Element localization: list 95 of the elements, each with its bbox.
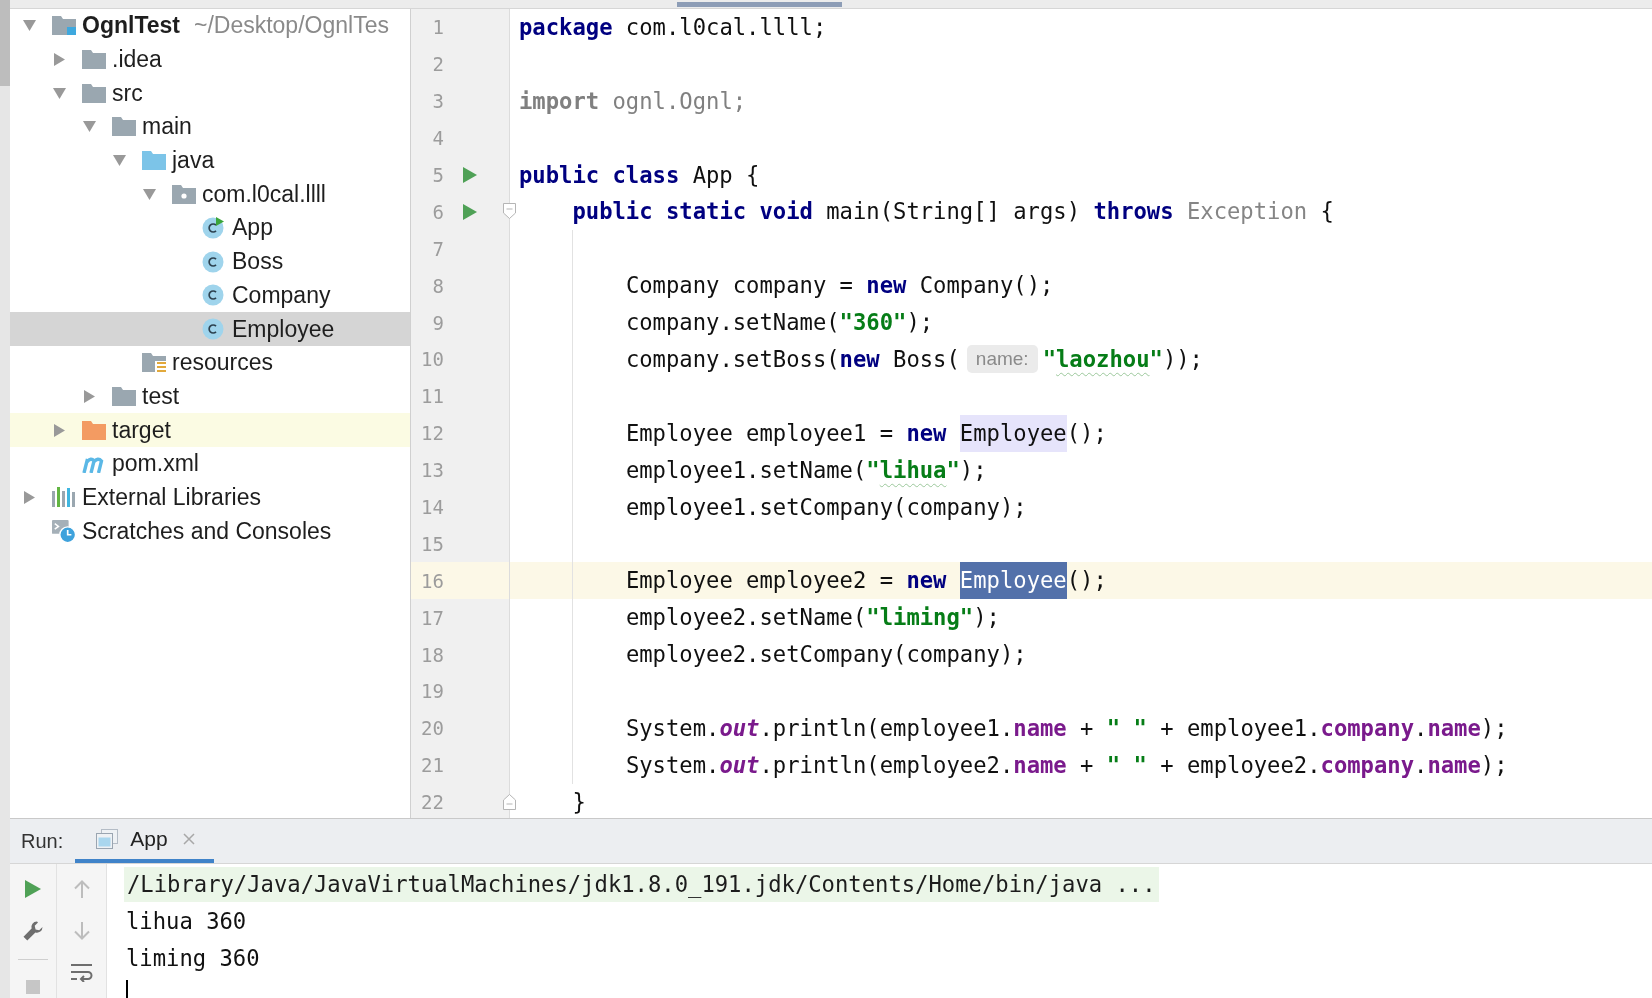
expand-arrow-icon[interactable]	[113, 154, 126, 168]
code-text: }	[572, 787, 586, 817]
code-text: employee1.setCompany(company);	[625, 492, 1027, 522]
package-folder-icon	[172, 184, 196, 204]
line-number: 22	[420, 791, 444, 814]
code-text: Employee employee1 = new Employee();	[625, 414, 1107, 452]
code-text: company.setName("360");	[625, 308, 934, 338]
tree-item[interactable]: Employee	[10, 312, 410, 346]
tree-item[interactable]: pom.xml	[10, 446, 410, 481]
run-icon[interactable]	[463, 167, 477, 183]
module-folder-icon	[52, 16, 76, 36]
expand-arrow-icon[interactable]	[53, 86, 66, 100]
close-icon[interactable]	[182, 833, 195, 845]
line-number: 6	[431, 200, 444, 223]
fold-icon[interactable]	[503, 793, 516, 810]
line-number: 1	[431, 16, 444, 39]
folder-icon	[142, 151, 166, 171]
line-number: 20	[420, 717, 444, 740]
expand-arrow-icon[interactable]	[83, 120, 96, 134]
text-cursor	[126, 979, 128, 998]
console-line: liming 360	[126, 944, 260, 971]
class-run-icon	[202, 216, 224, 239]
tree-item[interactable]: OgnlTest ~/Desktop/OgnlTes	[10, 9, 410, 43]
tree-item[interactable]: target	[10, 413, 410, 447]
line-number: 4	[431, 127, 444, 150]
tree-item[interactable]: resources	[10, 345, 410, 380]
code-text: import ognl.Ognl;	[519, 86, 747, 116]
line-number: 3	[431, 90, 444, 113]
expand-arrow-icon[interactable]	[23, 19, 36, 33]
tree-item[interactable]: test	[10, 379, 410, 414]
parameter-hint: name:	[966, 345, 1038, 373]
class-icon	[202, 284, 224, 307]
console-line: lihua 360	[126, 907, 247, 934]
folder-icon	[82, 420, 106, 440]
resources-folder-icon	[142, 353, 166, 373]
folder-icon	[112, 117, 136, 137]
run-tab[interactable]: App	[75, 819, 214, 863]
line-number: 8	[431, 274, 444, 297]
code-text: company.setBoss(new Boss(	[625, 345, 960, 374]
tree-item[interactable]: com.l0cal.llll	[10, 177, 410, 212]
folder-icon	[82, 50, 106, 70]
folder-icon	[112, 386, 136, 406]
code-text: employee2.setCompany(company);	[625, 640, 1027, 670]
line-number: 12	[420, 422, 444, 445]
wrench-icon[interactable]	[23, 921, 43, 941]
fold-icon[interactable]	[503, 203, 516, 220]
class-icon	[202, 318, 224, 341]
tree-item[interactable]: .idea	[10, 42, 410, 77]
tree-item[interactable]: App	[10, 211, 410, 245]
expand-arrow-icon[interactable]	[53, 53, 66, 67]
folder-icon	[82, 83, 106, 103]
code-text: public static void main(String[] args) throws Exception {	[572, 197, 1334, 227]
code-text: Employee employee2 = new Employee();	[625, 562, 1107, 600]
line-number: 5	[431, 164, 444, 186]
class-icon	[202, 250, 224, 273]
expand-arrow-icon[interactable]	[83, 389, 96, 403]
expand-arrow-icon[interactable]	[53, 423, 66, 437]
line-number: 15	[420, 532, 444, 555]
tree-item[interactable]: java	[10, 143, 410, 178]
wrap-lines-icon[interactable]	[70, 964, 93, 982]
code-text: package com.l0cal.llll;	[519, 13, 827, 42]
tree-item[interactable]: Company	[10, 278, 410, 313]
code-text: public class App {	[519, 160, 760, 190]
tree-item[interactable]: main	[10, 110, 410, 144]
expand-arrow-icon[interactable]	[143, 187, 156, 201]
line-number: 11	[420, 385, 444, 408]
code-text: "laozhou"));	[1042, 345, 1203, 374]
console-window-icon	[96, 829, 119, 849]
line-number: 21	[420, 754, 444, 777]
expand-arrow-icon[interactable]	[23, 490, 36, 504]
line-number: 7	[431, 237, 444, 260]
code-text: System.out.println(employee2.name + " " + employee2.company.name);	[625, 750, 1508, 780]
code-text: employee2.setName("liming");	[625, 603, 1000, 633]
line-number: 13	[420, 459, 444, 482]
line-number: 2	[431, 53, 444, 76]
line-number: 10	[420, 348, 444, 371]
code-text: System.out.println(employee1.name + " " + employee1.company.name);	[625, 713, 1508, 743]
code-text: Company company = new Company();	[625, 271, 1054, 301]
library-bars-icon	[52, 487, 76, 508]
run-panel-title: Run:	[21, 829, 64, 853]
line-number: 14	[420, 496, 444, 518]
tree-item[interactable]: Scratches and Consoles	[10, 514, 410, 548]
line-number: 19	[420, 680, 444, 703]
line-number: 18	[420, 643, 444, 666]
line-number: 17	[420, 606, 444, 629]
tree-item[interactable]: src	[10, 76, 410, 111]
scratch-clock-icon	[52, 518, 76, 544]
play-icon[interactable]	[25, 880, 41, 898]
tree-item[interactable]: Boss	[10, 244, 410, 279]
tree-item[interactable]: External Libraries	[10, 480, 410, 515]
line-number: 16	[420, 569, 444, 592]
code-text: employee1.setName("lihua");	[625, 455, 987, 485]
line-number: 9	[431, 311, 444, 334]
project-path: ~/Desktop/OgnlTes	[193, 12, 389, 40]
run-icon[interactable]	[463, 203, 477, 220]
